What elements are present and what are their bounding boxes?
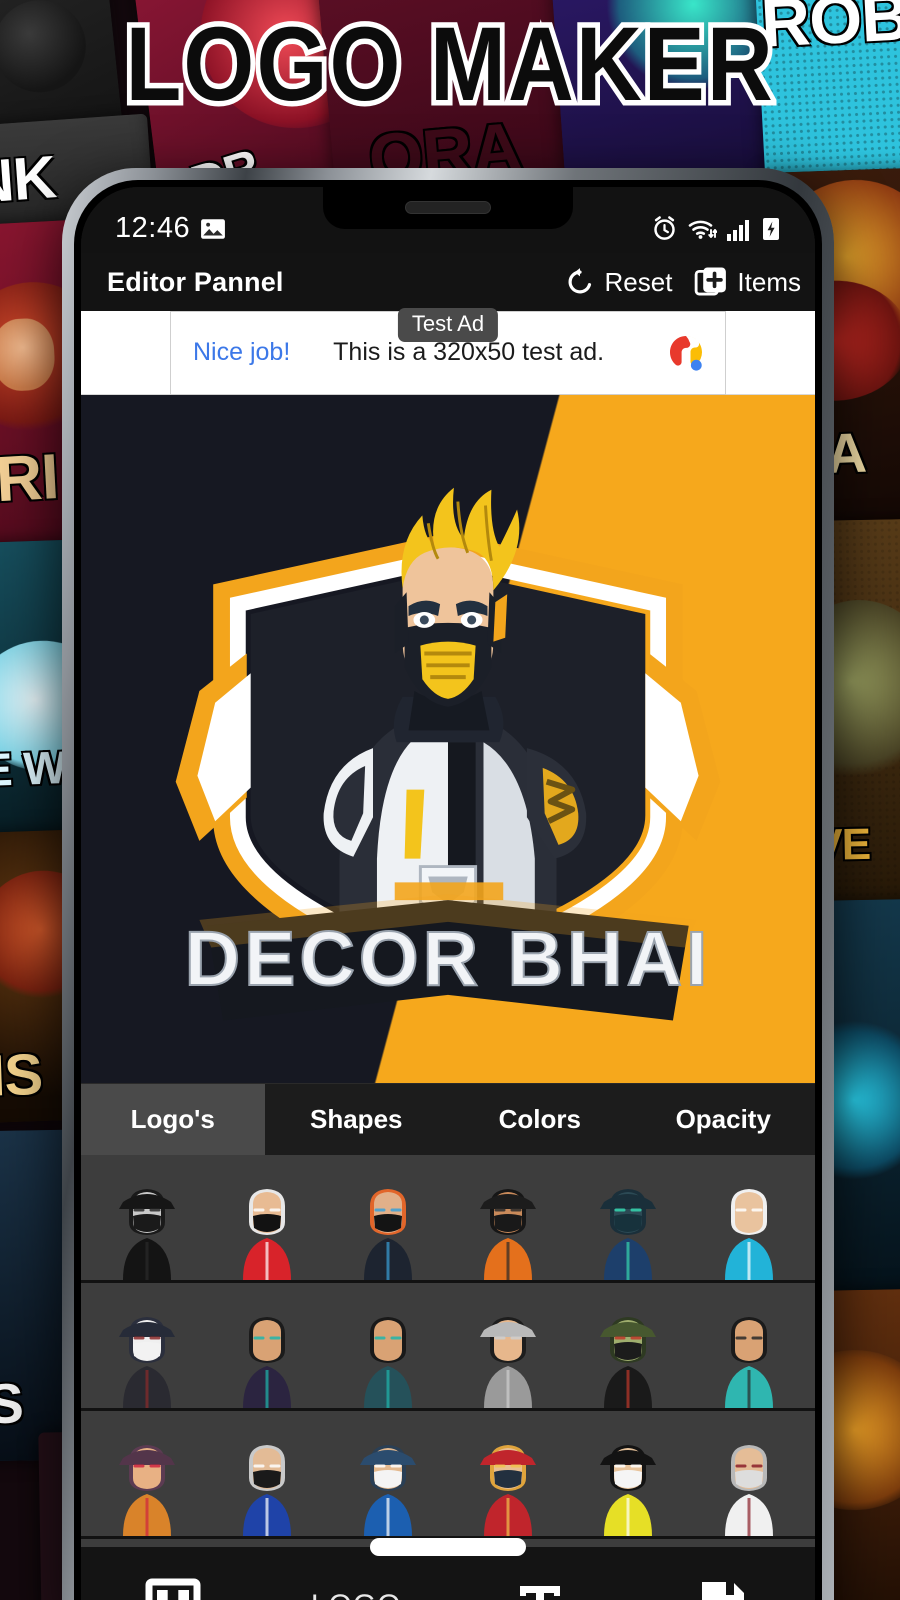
earpiece-speaker bbox=[405, 201, 491, 214]
phone-bezel: 12:46 Editor Pannel Reset Items Test Ad … bbox=[74, 180, 822, 1600]
logo-thumbnail[interactable] bbox=[328, 1290, 448, 1408]
bg-tag: TE W bbox=[0, 741, 67, 797]
logo-thumbnail[interactable] bbox=[207, 1162, 327, 1280]
home-indicator bbox=[370, 1538, 526, 1556]
logo-grid-row bbox=[81, 1155, 815, 1283]
tab-shapes[interactable]: Shapes bbox=[264, 1084, 448, 1155]
tab-shapes-label: Shapes bbox=[310, 1104, 403, 1134]
items-button[interactable]: Items bbox=[694, 265, 801, 299]
logo-text[interactable]: DECOR BHAI bbox=[184, 915, 712, 1003]
bg-tag: IS bbox=[0, 1371, 24, 1436]
status-bar: 12:46 bbox=[81, 187, 815, 253]
editor-tabs: Logo's Shapes Colors Opacity bbox=[81, 1083, 815, 1155]
logo-thumbnail-figure bbox=[105, 1304, 189, 1408]
bottom-toolbar: LOGO bbox=[81, 1538, 816, 1600]
logo-thumbnail[interactable] bbox=[328, 1418, 448, 1536]
app-bar-actions: Reset Items bbox=[564, 265, 801, 299]
logo-thumbnail-figure bbox=[225, 1432, 309, 1536]
bg-tag: ROB bbox=[759, 0, 900, 62]
logo-thumbnail[interactable] bbox=[87, 1290, 207, 1408]
logo-button-label: LOGO bbox=[311, 1589, 402, 1600]
tab-colors-label: Colors bbox=[498, 1104, 581, 1134]
logo-thumbnail-figure bbox=[466, 1304, 550, 1408]
logo-thumbnail[interactable] bbox=[448, 1162, 568, 1280]
phone-frame: 12:46 Editor Pannel Reset Items Test Ad … bbox=[62, 168, 834, 1600]
logo-grid-row bbox=[81, 1411, 815, 1539]
logo-thumbnail-figure bbox=[105, 1176, 189, 1280]
logo-thumbnail[interactable] bbox=[568, 1290, 688, 1408]
reset-button[interactable]: Reset bbox=[564, 266, 673, 298]
logo-thumbnail-figure bbox=[586, 1432, 670, 1536]
logo-grid-row bbox=[81, 1283, 815, 1411]
admob-icon bbox=[661, 328, 711, 378]
logo-thumbnail[interactable] bbox=[328, 1162, 448, 1280]
status-clock: 12:46 bbox=[115, 212, 191, 244]
logo-thumbnail[interactable] bbox=[207, 1418, 327, 1536]
save-button[interactable] bbox=[632, 1547, 816, 1600]
logo-thumbnail[interactable] bbox=[448, 1290, 568, 1408]
logo-thumbnail-figure bbox=[466, 1432, 550, 1536]
reset-label: Reset bbox=[604, 266, 673, 297]
logo-thumbnail[interactable] bbox=[448, 1418, 568, 1536]
tab-logos[interactable]: Logo's bbox=[81, 1084, 265, 1155]
bg-tag: INK bbox=[0, 143, 58, 218]
logo-thumbnail-figure bbox=[466, 1176, 550, 1280]
signal-icon bbox=[726, 218, 752, 242]
logo-thumbnail[interactable] bbox=[689, 1290, 809, 1408]
logo-thumbnail[interactable] bbox=[87, 1418, 207, 1536]
logo-thumbnail-figure bbox=[105, 1432, 189, 1536]
app-bar: Editor Pannel Reset Items bbox=[81, 253, 815, 311]
page-title: Editor Pannel bbox=[107, 266, 284, 297]
image-icon bbox=[200, 218, 226, 240]
logo-thumbnail-figure bbox=[707, 1304, 791, 1408]
background-button[interactable] bbox=[81, 1547, 265, 1600]
alarm-icon bbox=[651, 215, 678, 242]
tab-colors[interactable]: Colors bbox=[448, 1084, 632, 1155]
logo-thumbnail[interactable] bbox=[689, 1162, 809, 1280]
save-icon bbox=[697, 1577, 749, 1600]
logo-thumbnail[interactable] bbox=[207, 1290, 327, 1408]
logo-thumbnail[interactable] bbox=[568, 1418, 688, 1536]
bg-tag: NS bbox=[0, 1041, 44, 1110]
tab-opacity[interactable]: Opacity bbox=[631, 1084, 815, 1155]
ad-body-text: This is a 320x50 test ad. bbox=[333, 338, 605, 366]
logo-thumbnail-figure bbox=[346, 1304, 430, 1408]
logo-thumbnail[interactable] bbox=[87, 1162, 207, 1280]
logo-thumbnail-figure bbox=[225, 1304, 309, 1408]
battery-charging-icon bbox=[761, 216, 781, 242]
logo-thumbnail-figure bbox=[586, 1176, 670, 1280]
refresh-icon bbox=[564, 266, 596, 298]
ad-banner[interactable]: Test Ad Nice job! This is a 320x50 test … bbox=[81, 307, 815, 395]
logo-thumbnail[interactable] bbox=[689, 1418, 809, 1536]
ad-container[interactable]: Test Ad Nice job! This is a 320x50 test … bbox=[170, 307, 726, 395]
add-layer-icon bbox=[694, 265, 728, 299]
ad-cta-text[interactable]: Nice job! bbox=[193, 338, 290, 367]
logo-thumbnail-figure bbox=[346, 1432, 430, 1536]
logo-thumbnail-figure bbox=[346, 1176, 430, 1280]
ad-badge: Test Ad bbox=[397, 307, 499, 342]
items-label: Items bbox=[737, 266, 801, 297]
logo-thumbnail-figure bbox=[707, 1432, 791, 1536]
status-bar-left: 12:46 bbox=[115, 212, 226, 245]
logo-thumbnail-grid[interactable] bbox=[81, 1155, 815, 1547]
checkerboard-icon bbox=[145, 1576, 201, 1600]
tab-opacity-label: Opacity bbox=[675, 1104, 771, 1134]
mascot-artwork[interactable]: DECOR BHAI bbox=[81, 395, 815, 1074]
logo-thumbnail-figure bbox=[586, 1304, 670, 1408]
logo-canvas[interactable]: DECOR BHAI bbox=[81, 395, 815, 1083]
text-icon bbox=[514, 1576, 566, 1600]
bg-tag: RRI bbox=[0, 440, 60, 518]
status-bar-right bbox=[651, 215, 781, 245]
logo-thumbnail-figure bbox=[707, 1176, 791, 1280]
tab-logos-label: Logo's bbox=[130, 1104, 215, 1134]
phone-screen: 12:46 Editor Pannel Reset Items Test Ad … bbox=[81, 187, 815, 1600]
logo-thumbnail-figure bbox=[225, 1176, 309, 1280]
wifi-icon bbox=[687, 216, 717, 242]
logo-thumbnail[interactable] bbox=[568, 1162, 688, 1280]
